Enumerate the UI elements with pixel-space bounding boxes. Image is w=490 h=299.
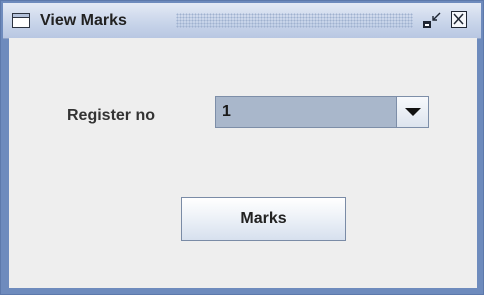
content-panel: Register no 1 Marks <box>9 38 477 288</box>
title-bar[interactable]: View Marks <box>3 3 481 39</box>
marks-button[interactable]: Marks <box>181 197 346 241</box>
iconify-icon <box>423 21 431 28</box>
register-no-value: 1 <box>222 103 231 120</box>
register-no-label: Register no <box>67 107 156 124</box>
window-title: View Marks <box>40 12 127 29</box>
close-button[interactable] <box>451 11 467 28</box>
chevron-down-icon[interactable] <box>396 97 428 127</box>
window-icon <box>12 13 30 28</box>
title-bar-grip <box>176 13 413 28</box>
register-no-dropdown[interactable]: 1 <box>215 96 429 128</box>
iconify-button[interactable] <box>421 12 443 32</box>
iconify-arrow-icon <box>431 12 441 22</box>
view-marks-window: View Marks Register no 1 Marks <box>0 0 484 295</box>
close-icon <box>453 13 464 25</box>
